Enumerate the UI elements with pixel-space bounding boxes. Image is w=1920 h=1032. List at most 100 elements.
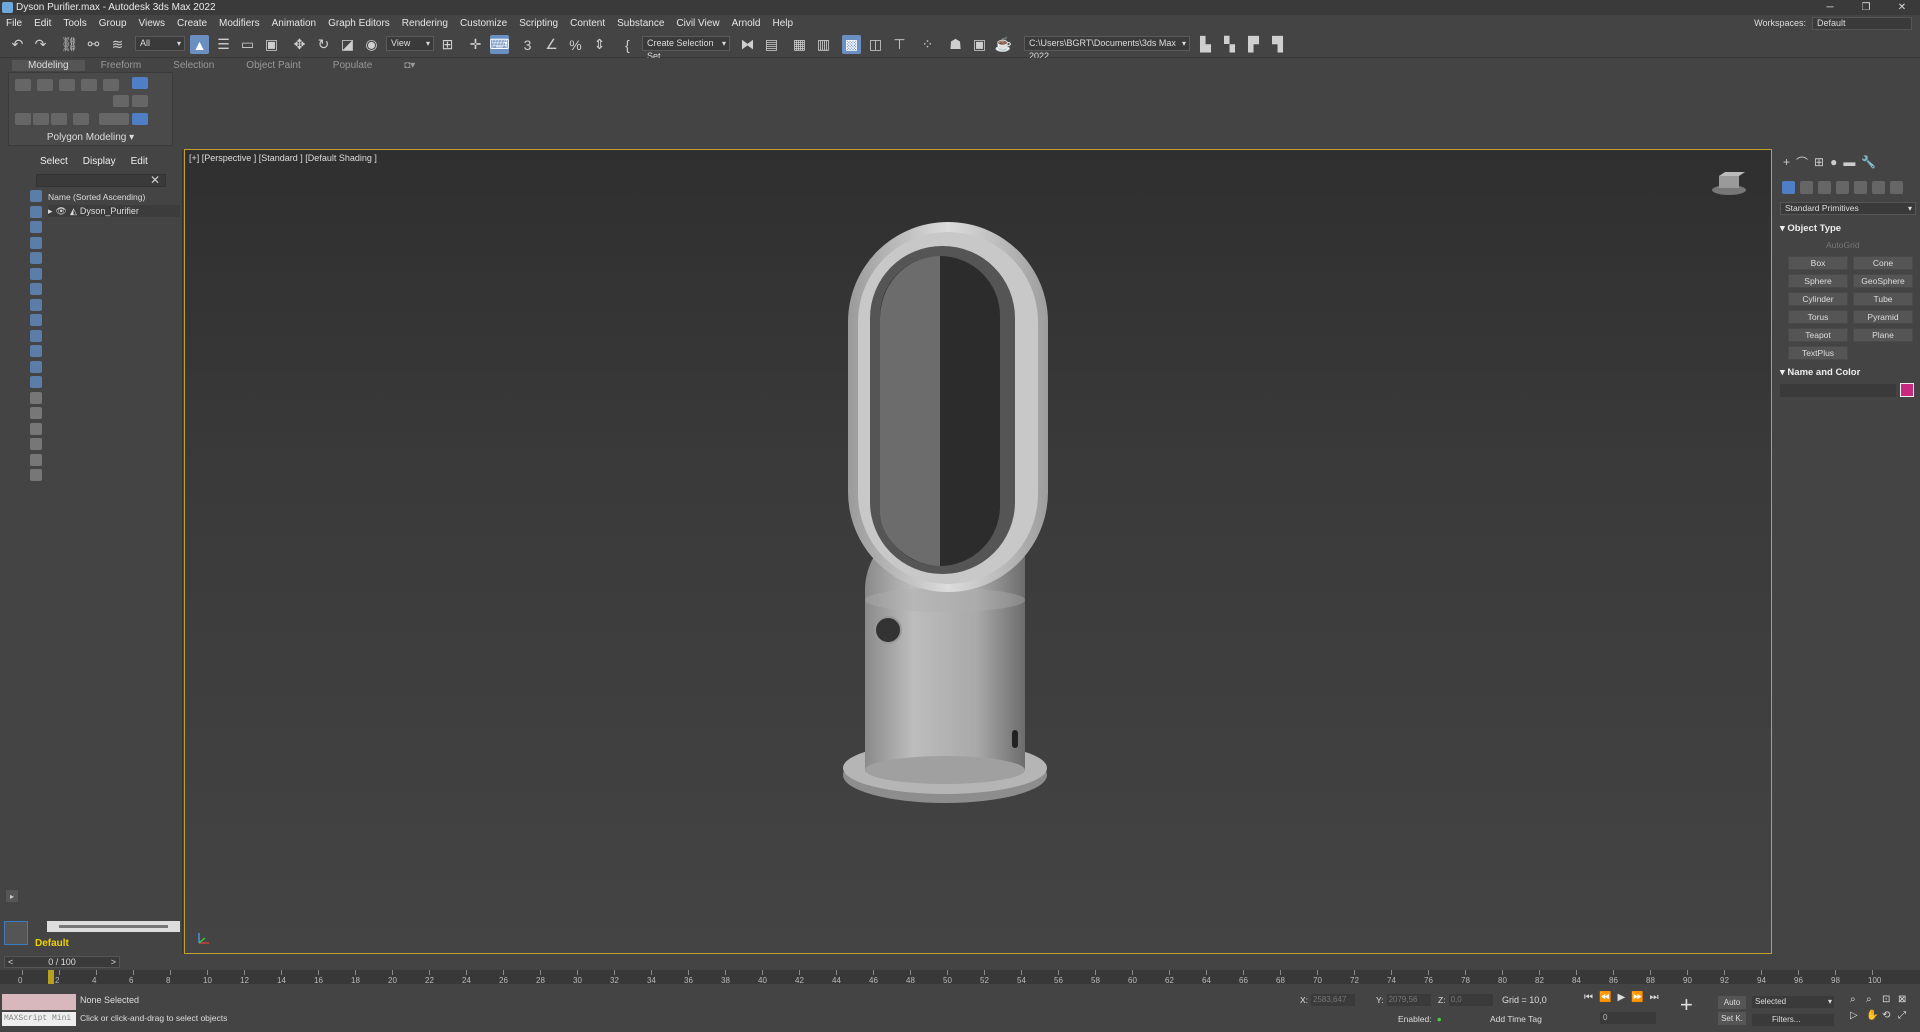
selection-filter-dropdown[interactable]: All (135, 36, 185, 51)
perspective-viewport[interactable]: [+] [Perspective ] [Standard ] [Default … (184, 149, 1772, 954)
link-icon[interactable]: ⛓ (60, 35, 79, 54)
zoom-extents-icon[interactable]: ⊡ (1882, 994, 1898, 1005)
field-of-view-icon[interactable]: ▷ (1850, 1010, 1866, 1021)
edge-icon[interactable] (37, 79, 53, 91)
select-manipulate-icon[interactable]: ✛ (466, 35, 485, 54)
keyboard-shortcut-override-icon[interactable]: ⌨ (489, 35, 510, 54)
box-button[interactable]: Box (1788, 256, 1848, 270)
viewport-label[interactable]: [+] [Perspective ] [Standard ] [Default … (189, 153, 377, 163)
place-icon[interactable]: ◉ (362, 35, 381, 54)
select-object-icon[interactable]: ▲ (190, 35, 209, 54)
schematic-view-icon[interactable]: ⊤ (890, 35, 909, 54)
curve-editor-icon[interactable]: ◫ (866, 35, 885, 54)
display-invert-icon[interactable] (30, 407, 42, 419)
next-key-icon[interactable]: ⏩ (1631, 992, 1643, 1003)
element-icon[interactable] (103, 79, 119, 91)
ribbon-panel-label[interactable]: Polygon Modeling ▾ (8, 132, 173, 146)
key-filter-dropdown[interactable]: Selected (1752, 996, 1834, 1008)
menu-edit[interactable]: Edit (28, 18, 57, 29)
add-time-tag[interactable]: Add Time Tag (1490, 1014, 1542, 1024)
scene-explorer-tab-display[interactable]: Display (83, 156, 116, 167)
display-children-icon[interactable] (30, 422, 42, 435)
expand-arrow-icon[interactable]: ▸ (48, 206, 53, 217)
object-type-rollout[interactable]: ▾ Object Type (1780, 222, 1916, 236)
zoom-extents-all-icon[interactable]: ⊠ (1898, 994, 1914, 1005)
project-path-dropdown[interactable]: C:\Users\BGRT\Documents\3ds Max 2022 (1024, 36, 1190, 61)
systems-category-icon[interactable] (1890, 180, 1903, 194)
angle-snap-icon[interactable]: ∠ (542, 35, 561, 54)
textplus-button[interactable]: TextPlus (1788, 346, 1848, 360)
scene-explorer-icon[interactable]: ▦ (790, 35, 809, 54)
display-cameras-icon[interactable] (30, 252, 42, 264)
close-button[interactable]: ✕ (1884, 0, 1920, 15)
geometry-category-icon[interactable] (1782, 180, 1795, 194)
show-end-result-icon[interactable] (132, 113, 148, 125)
cylinder-button[interactable]: Cylinder (1788, 292, 1848, 306)
modify-tab-icon[interactable]: ⌒ (1796, 154, 1808, 171)
spinner-snap-icon[interactable]: ⇕ (590, 35, 609, 54)
zoom-icon[interactable]: ⌕ (1850, 994, 1866, 1005)
named-selection-dropdown[interactable]: Create Selection Set (642, 36, 730, 61)
preserve-uvs-icon[interactable] (15, 113, 31, 125)
menu-graph-editors[interactable]: Graph Editors (322, 18, 396, 29)
repeat-last-icon[interactable] (33, 113, 49, 125)
menu-scripting[interactable]: Scripting (513, 18, 564, 29)
menu-civil-view[interactable]: Civil View (670, 18, 725, 29)
modify-mode-icon[interactable] (132, 77, 148, 89)
display-groups-icon[interactable] (30, 298, 42, 311)
teapot-button[interactable]: Teapot (1788, 328, 1848, 342)
object-name-input[interactable] (1780, 384, 1896, 397)
tab-freeform[interactable]: Freeform (85, 60, 158, 71)
toggle-ribbon-icon[interactable]: ▩ (842, 35, 861, 54)
play-icon[interactable]: ▶ (1617, 992, 1625, 1003)
dyson-purifier-model[interactable] (840, 220, 1050, 820)
menu-create[interactable]: Create (171, 18, 213, 29)
visibility-eye-icon[interactable]: 👁 (56, 206, 67, 217)
scene-row[interactable]: ▸ 👁 ◭ Dyson_Purifier (48, 205, 180, 217)
set-key-icon[interactable]: + (1680, 994, 1693, 1016)
quickslice-icon[interactable] (51, 113, 67, 125)
project-folder-icon[interactable]: ▙ (1196, 35, 1215, 54)
current-frame-marker[interactable] (48, 970, 54, 984)
menu-views[interactable]: Views (133, 18, 172, 29)
name-column-header[interactable]: Name (Sorted Ascending) (48, 192, 180, 204)
enabled-indicator-icon[interactable]: ● (1437, 1014, 1442, 1024)
create-tab-icon[interactable]: + (1783, 155, 1790, 169)
current-frame-input[interactable]: 0 (1600, 1012, 1656, 1024)
pivot-center-icon[interactable]: ⊞ (438, 35, 457, 54)
menu-customize[interactable]: Customize (454, 18, 513, 29)
motion-tab-icon[interactable]: ● (1830, 155, 1837, 169)
maxscript-listener-input[interactable] (2, 994, 76, 1010)
tube-button[interactable]: Tube (1853, 292, 1913, 306)
set-key-button[interactable]: Set K. (1718, 1012, 1746, 1025)
maximize-button[interactable]: ❐ (1848, 0, 1884, 15)
object-color-swatch[interactable] (1900, 383, 1914, 397)
border-icon[interactable] (59, 79, 75, 91)
rendered-frame-window-icon[interactable]: ▣ (970, 35, 989, 54)
display-xrefs-icon[interactable] (30, 314, 42, 326)
z-field[interactable]: 0,0 (1448, 994, 1493, 1006)
folder-icon[interactable] (30, 469, 42, 481)
previous-key-icon[interactable]: ⏪ (1599, 992, 1611, 1003)
torus-button[interactable]: Torus (1788, 310, 1848, 324)
key-filters-button[interactable]: Filters... (1752, 1014, 1834, 1026)
scene-explorer-expand-icon[interactable]: ▸ (6, 890, 18, 902)
previous-modifier-icon[interactable] (132, 95, 148, 107)
project-settings-icon[interactable]: ▜ (1268, 35, 1287, 54)
collapse-stack-icon[interactable] (113, 113, 129, 125)
edit-named-selection-icon[interactable]: { (618, 35, 637, 54)
pan-icon[interactable]: ✋ (1866, 1010, 1882, 1021)
scene-search-input[interactable] (36, 174, 166, 187)
sphere-button[interactable]: Sphere (1788, 274, 1848, 288)
tab-modeling[interactable]: Modeling (12, 59, 85, 71)
cameras-category-icon[interactable] (1836, 180, 1849, 194)
x-field[interactable]: 2583,647 (1311, 994, 1356, 1006)
menu-tools[interactable]: Tools (57, 18, 92, 29)
filter-selected-icon[interactable] (30, 453, 42, 466)
tab-object-paint[interactable]: Object Paint (230, 60, 316, 71)
filter-icon[interactable] (30, 438, 42, 450)
scene-explorer-tab-select[interactable]: Select (40, 156, 68, 167)
hierarchy-tab-icon[interactable]: ⊞ (1814, 155, 1824, 169)
clear-search-icon[interactable]: ✕ (150, 173, 160, 187)
lights-category-icon[interactable] (1818, 180, 1831, 194)
